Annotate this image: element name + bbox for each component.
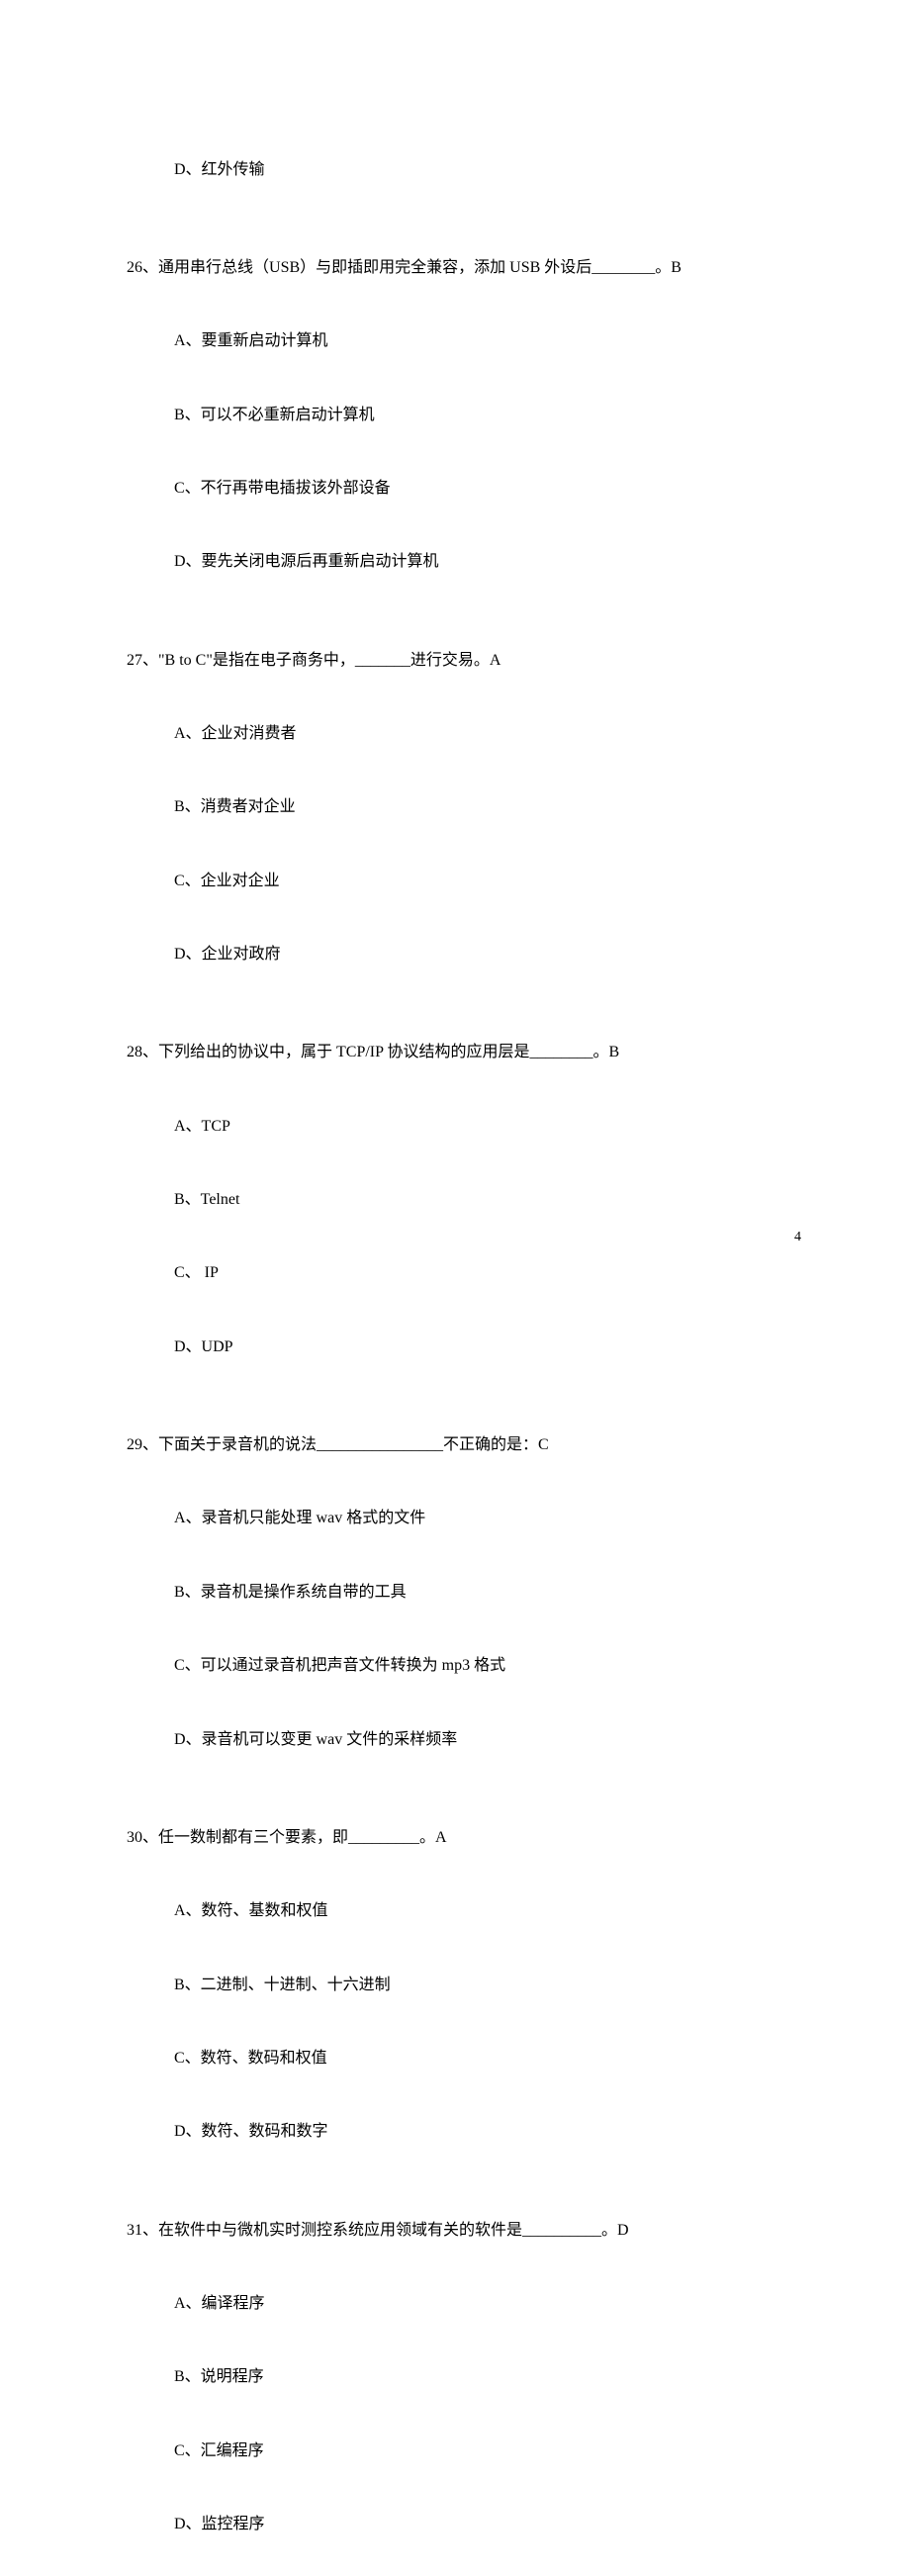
- q29-pre: 下面关于录音机的说法: [158, 1436, 317, 1453]
- q29-stem: 29、下面关于录音机的说法________________不正确的是：C: [127, 1433, 821, 1458]
- q26-option-d: D、要先关闭电源后再重新启动计算机: [127, 550, 821, 575]
- q27-stem: 27、"B to C"是指在电子商务中，_______进行交易。A: [127, 649, 821, 674]
- q31-option-d: D、监控程序: [127, 2513, 821, 2537]
- q28-pre: 下列给出的协议中，属于 TCP/IP 协议结构的应用层是: [158, 1044, 529, 1060]
- q29-option-b: B、录音机是操作系统自带的工具: [127, 1581, 821, 1606]
- q27-option-d: D、企业对政府: [127, 943, 821, 967]
- q26-option-c: C、不行再带电插拔该外部设备: [127, 477, 821, 502]
- q31-num: 31、: [127, 2222, 158, 2239]
- q29-option-a: A、录音机只能处理 wav 格式的文件: [127, 1507, 821, 1531]
- q31-option-c: C、汇编程序: [127, 2439, 821, 2464]
- document-content: D、红外传输 26、通用串行总线（USB）与即插即用完全兼容，添加 USB 外设…: [127, 109, 821, 2576]
- q26-option-a: A、要重新启动计算机: [127, 329, 821, 354]
- q27-option-b: B、消费者对企业: [127, 795, 821, 820]
- q26-pre: 通用串行总线（USB）与即插即用完全兼容，添加 USB 外设后: [158, 259, 592, 276]
- q30-num: 30、: [127, 1829, 158, 1846]
- q30-option-c: C、数符、数码和权值: [127, 2047, 821, 2071]
- q27-num: 27、: [127, 652, 158, 669]
- page-number: 4: [794, 1227, 801, 1248]
- q28-option-d: D、UDP: [127, 1335, 821, 1360]
- q27-option-c: C、企业对企业: [127, 870, 821, 894]
- q28-stem: 28、下列给出的协议中，属于 TCP/IP 协议结构的应用层是________。…: [127, 1041, 821, 1065]
- q30-post: 。A: [419, 1829, 447, 1846]
- q25-option-d: D、红外传输: [127, 158, 821, 183]
- q30-pre: 任一数制都有三个要素，即: [158, 1829, 348, 1846]
- q27-option-a: A、企业对消费者: [127, 722, 821, 747]
- q31-pre: 在软件中与微机实时测控系统应用领域有关的软件是: [158, 2222, 522, 2239]
- q29-blank: ________________: [317, 1436, 443, 1453]
- q31-blank: __________: [522, 2222, 601, 2239]
- q28-num: 28、: [127, 1044, 158, 1060]
- q31-post: 。D: [601, 2222, 629, 2239]
- q26-num: 26、: [127, 259, 158, 276]
- q26-blank: ________: [592, 259, 655, 276]
- q26-stem: 26、通用串行总线（USB）与即插即用完全兼容，添加 USB 外设后______…: [127, 256, 821, 281]
- q26-post: 。B: [655, 259, 682, 276]
- document-page: D、红外传输 26、通用串行总线（USB）与即插即用完全兼容，添加 USB 外设…: [0, 0, 910, 1288]
- q27-post: 进行交易。A: [410, 652, 501, 669]
- q28-blank: ________: [529, 1044, 592, 1060]
- q31-option-a: A、编译程序: [127, 2292, 821, 2317]
- q28-option-a: A、TCP: [127, 1115, 821, 1140]
- q30-option-a: A、数符、基数和权值: [127, 1899, 821, 1924]
- q26-option-b: B、可以不必重新启动计算机: [127, 404, 821, 428]
- q29-option-c: C、可以通过录音机把声音文件转换为 mp3 格式: [127, 1654, 821, 1679]
- q29-option-d: D、录音机可以变更 wav 文件的采样频率: [127, 1728, 821, 1753]
- q28-post: 。B: [592, 1044, 619, 1060]
- q28-option-c: C、 IP: [127, 1261, 821, 1286]
- q29-num: 29、: [127, 1436, 158, 1453]
- q30-option-d: D、数符、数码和数字: [127, 2120, 821, 2145]
- q30-stem: 30、任一数制都有三个要素，即_________。A: [127, 1826, 821, 1851]
- q30-option-b: B、二进制、十进制、十六进制: [127, 1974, 821, 1998]
- q27-blank: _______: [355, 652, 410, 669]
- q31-option-b: B、说明程序: [127, 2365, 821, 2390]
- q29-post: 不正确的是：C: [443, 1436, 549, 1453]
- q31-stem: 31、在软件中与微机实时测控系统应用领域有关的软件是__________。D: [127, 2219, 821, 2244]
- q27-pre: "B to C"是指在电子商务中，: [158, 652, 355, 669]
- q28-option-b: B、Telnet: [127, 1188, 821, 1213]
- q30-blank: _________: [348, 1829, 419, 1846]
